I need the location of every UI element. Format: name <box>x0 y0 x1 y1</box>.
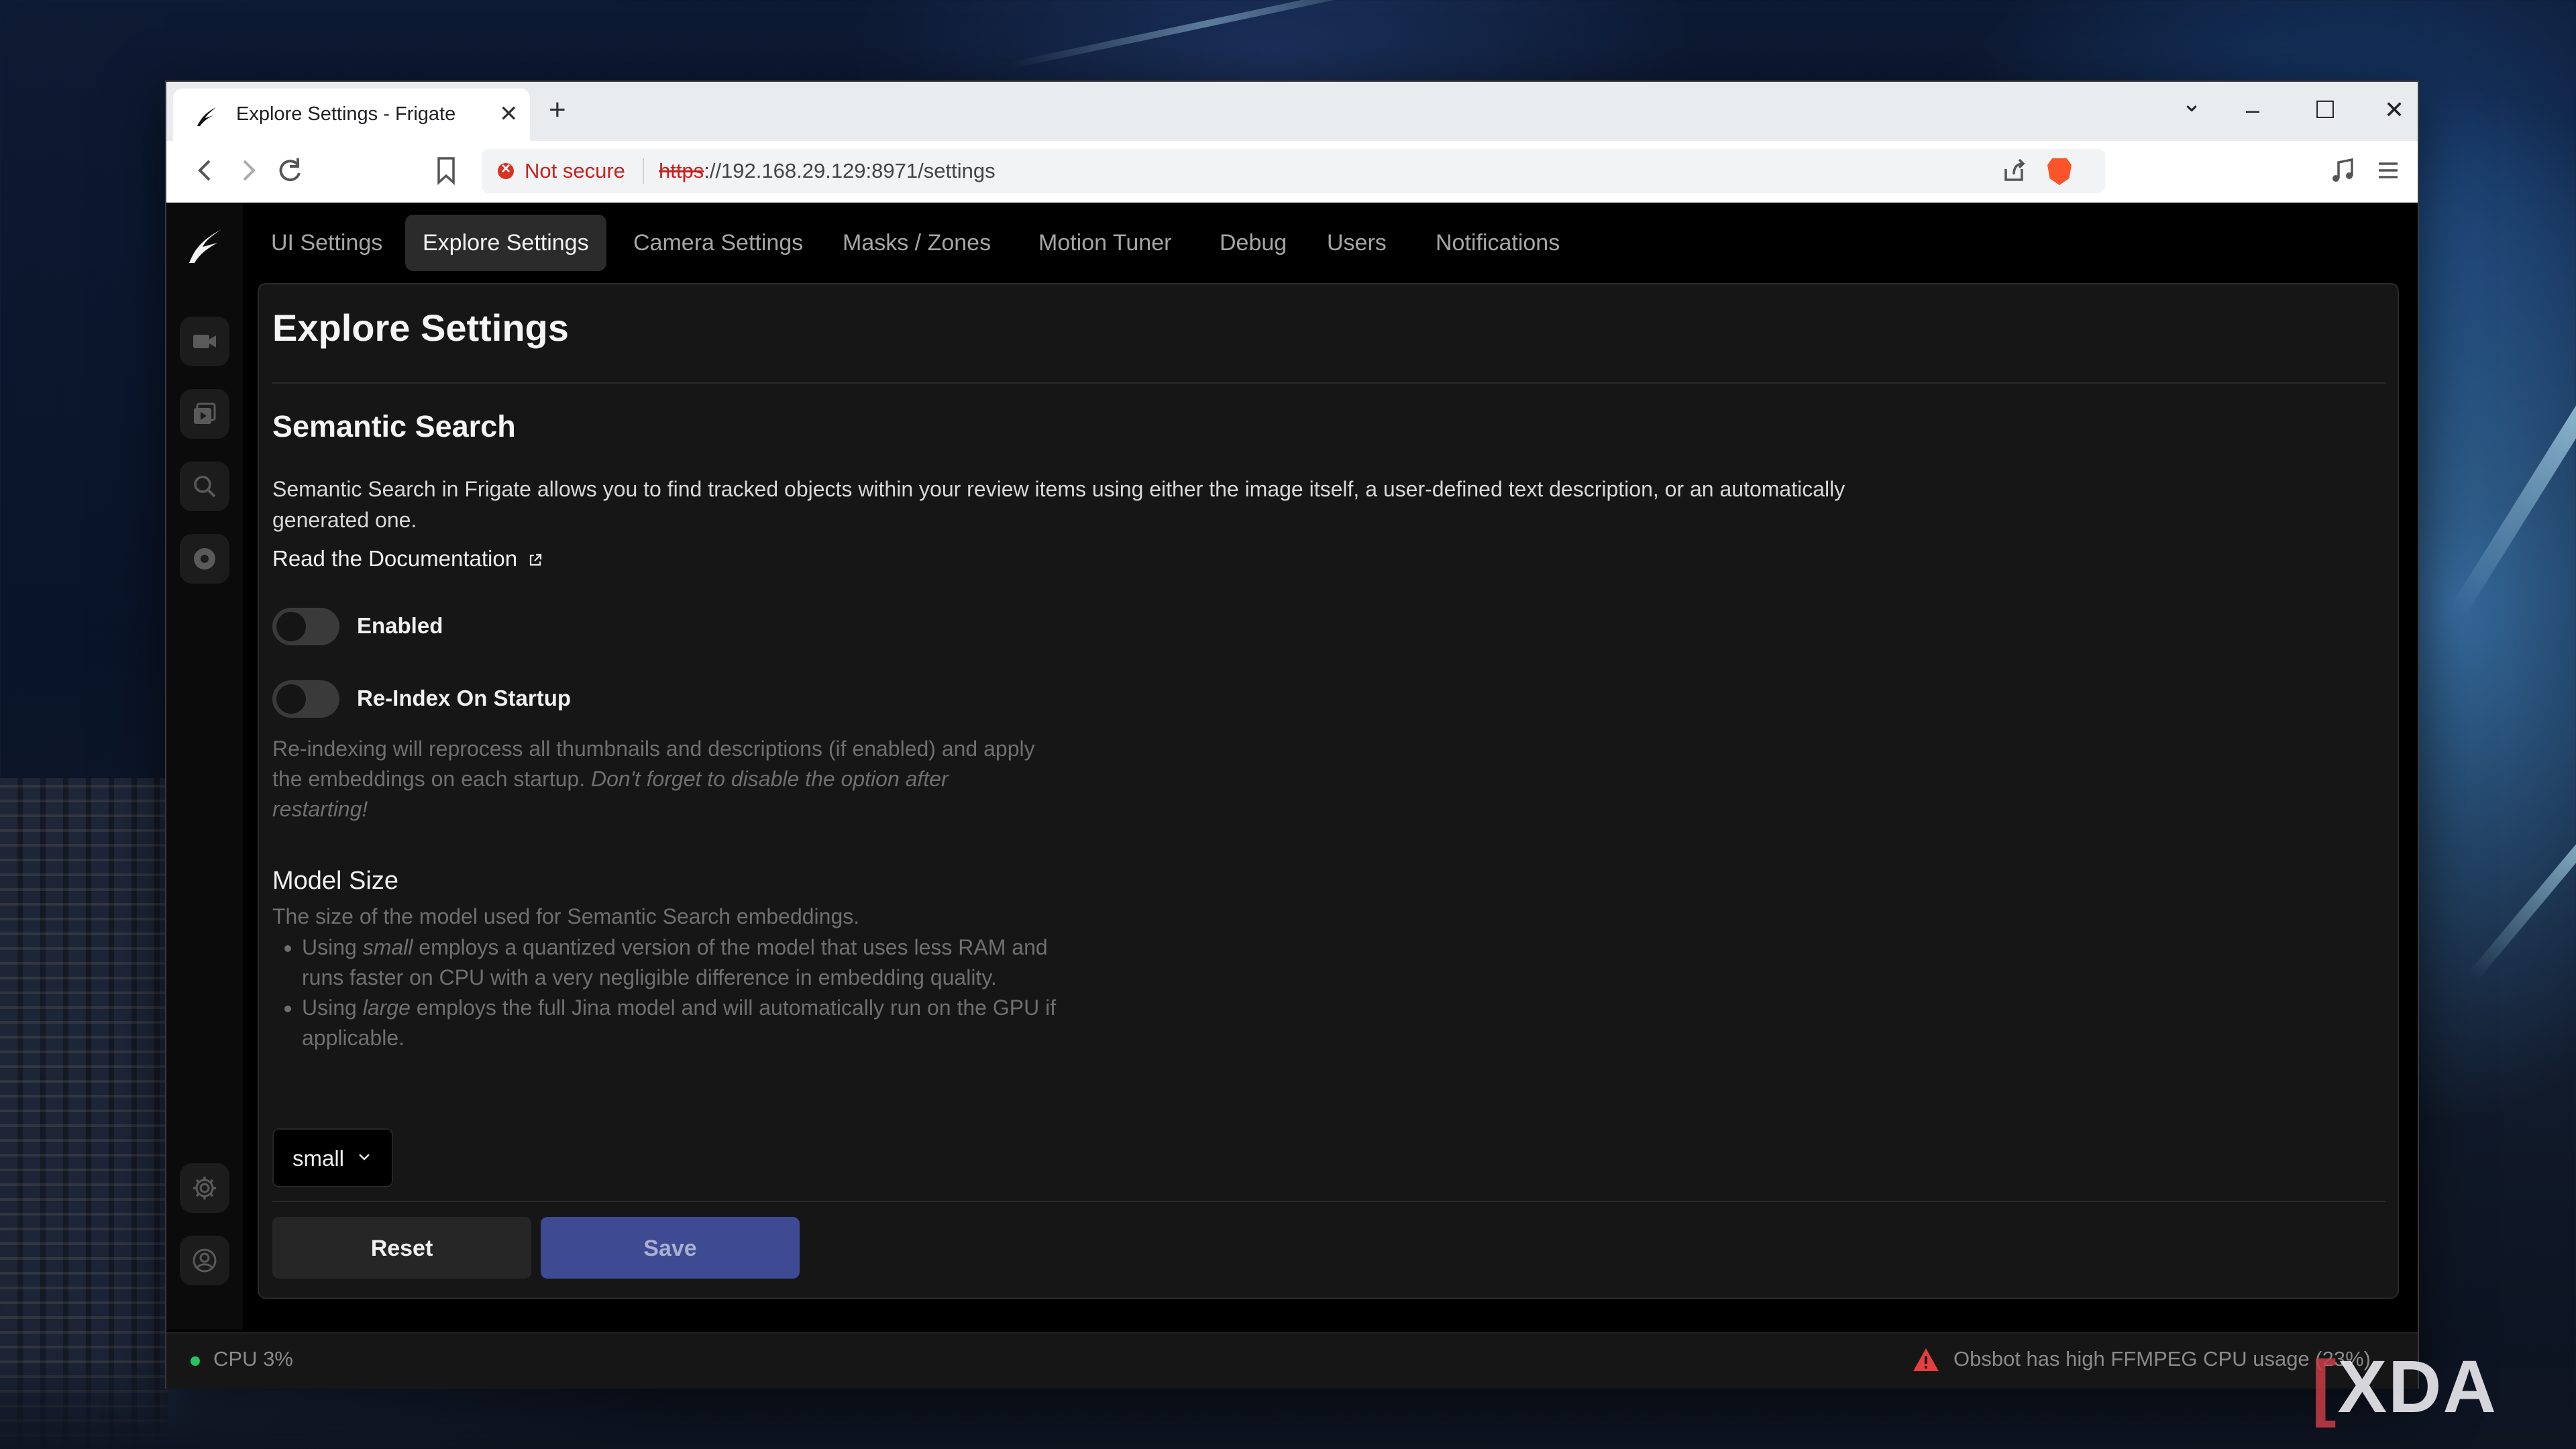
account-icon <box>193 1248 217 1273</box>
page-title: Explore Settings <box>272 307 569 349</box>
minimize-button[interactable]: – <box>2246 95 2259 125</box>
tab-explore-settings[interactable]: Explore Settings <box>405 215 606 271</box>
tab-users[interactable]: Users <box>1309 215 1404 271</box>
footer-divider <box>272 1201 2385 1202</box>
reindex-help: Re-indexing will reprocess all thumbnail… <box>272 734 1037 824</box>
list-item: Using small employs a quantized version … <box>302 932 1093 993</box>
review-icon <box>194 402 216 424</box>
section-title: Semantic Search <box>272 409 516 443</box>
export-icon <box>194 548 215 570</box>
tab-debug[interactable]: Debug <box>1202 215 1304 271</box>
frigate-app: UI Settings Explore Settings Camera Sett… <box>166 203 2418 1389</box>
tab-list-button[interactable]: ⌄ <box>2182 89 2202 118</box>
tab-camera-settings[interactable]: Camera Settings <box>616 215 820 271</box>
brave-shields-icon[interactable] <box>2047 158 2072 185</box>
tab-motion-tuner[interactable]: Motion Tuner <box>1021 215 1189 271</box>
forward-icon[interactable] <box>236 156 260 185</box>
search-icon <box>194 476 216 498</box>
documentation-link-label: Read the Documentation <box>272 546 518 571</box>
address-bar: Not secure https://192.168.29.129:8971/s… <box>166 141 2418 203</box>
background-city <box>0 778 168 1449</box>
save-button[interactable]: Save <box>541 1217 800 1279</box>
model-size-title: Model Size <box>272 867 398 895</box>
gear-icon <box>193 1177 216 1199</box>
menu-icon[interactable] <box>2375 156 2402 185</box>
ffmpeg-warning[interactable]: Obsbot has high FFMPEG CPU usage (23%) <box>1953 1347 2371 1371</box>
sidebar-item-account[interactable] <box>180 1236 229 1285</box>
sidebar-item-review[interactable] <box>180 389 229 439</box>
frigate-logo-icon[interactable] <box>182 223 227 267</box>
model-size-select[interactable]: small <box>272 1128 393 1187</box>
sidebar <box>166 203 243 1330</box>
settings-panel: Explore Settings Semantic Search Semanti… <box>258 283 2399 1299</box>
tab-notifications[interactable]: Notifications <box>1418 215 1577 271</box>
maximize-button[interactable]: ☐ <box>2314 95 2336 125</box>
warning-icon <box>1913 1348 1939 1371</box>
section-description: Semantic Search in Frigate allows you to… <box>272 477 1845 532</box>
tab-ui-settings[interactable]: UI Settings <box>254 215 400 271</box>
model-size-description: The size of the model used for Semantic … <box>272 904 860 928</box>
tab-close-icon[interactable]: ✕ <box>499 101 519 127</box>
enabled-label: Enabled <box>357 613 443 638</box>
omnibox-divider <box>643 158 644 184</box>
frigate-favicon-icon <box>197 107 216 126</box>
url-field[interactable]: Not secure https://192.168.29.129:8971/s… <box>482 149 2105 193</box>
sidebar-item-live[interactable] <box>180 317 229 366</box>
video-camera-icon <box>193 335 216 348</box>
not-secure-icon <box>498 160 514 179</box>
security-label[interactable]: Not secure <box>525 159 625 183</box>
list-item: Using large employs the full Jina model … <box>302 993 1093 1053</box>
sidebar-item-export[interactable] <box>180 534 229 584</box>
tab-strip: Explore Settings - Frigate ✕ + ⌄ – ☐ ✕ <box>166 82 2418 141</box>
reload-icon[interactable] <box>275 156 305 185</box>
light-streak <box>2449 97 2576 619</box>
tab-masks-zones[interactable]: Masks / Zones <box>825 215 1008 271</box>
url-text[interactable]: https://192.168.29.129:8971/settings <box>659 159 996 183</box>
cpu-status-dot <box>191 1356 200 1366</box>
model-size-value: small <box>292 1146 345 1171</box>
url-path: ://192.168.29.129:8971/settings <box>704 159 996 182</box>
toggle-knob <box>276 684 306 714</box>
sidebar-item-settings[interactable] <box>180 1163 229 1213</box>
share-icon[interactable] <box>2000 157 2027 184</box>
sidebar-item-explore[interactable] <box>180 462 229 511</box>
reset-button[interactable]: Reset <box>272 1217 531 1279</box>
browser-tab[interactable]: Explore Settings - Frigate ✕ <box>173 89 530 141</box>
back-icon[interactable] <box>193 156 217 185</box>
xda-watermark: [XDA <box>2312 1346 2498 1428</box>
title-divider <box>272 382 2385 384</box>
documentation-link[interactable]: Read the Documentation <box>272 546 543 572</box>
tab-title: Explore Settings - Frigate <box>236 103 456 125</box>
url-scheme: https <box>659 159 704 182</box>
cpu-usage[interactable]: CPU 3% <box>213 1347 293 1371</box>
external-link-icon <box>529 553 542 566</box>
status-bar: CPU 3% Obsbot has high FFMPEG CPU usage … <box>166 1332 2418 1389</box>
close-window-button[interactable]: ✕ <box>2384 95 2404 125</box>
light-streak <box>2467 614 2576 981</box>
model-size-notes: Using small employs a quantized version … <box>272 932 1093 1053</box>
toggle-knob <box>276 612 306 641</box>
enabled-toggle[interactable] <box>272 608 339 645</box>
browser-window: Explore Settings - Frigate ✕ + ⌄ – ☐ ✕ N… <box>165 80 2419 1389</box>
reindex-toggle[interactable] <box>272 680 339 718</box>
bookmark-icon[interactable] <box>435 156 458 185</box>
chevron-down-icon <box>359 1154 370 1161</box>
media-icon[interactable] <box>2329 156 2356 185</box>
reindex-label: Re-Index On Startup <box>357 686 572 710</box>
light-streak <box>1010 0 1405 69</box>
new-tab-button[interactable]: + <box>549 95 566 125</box>
